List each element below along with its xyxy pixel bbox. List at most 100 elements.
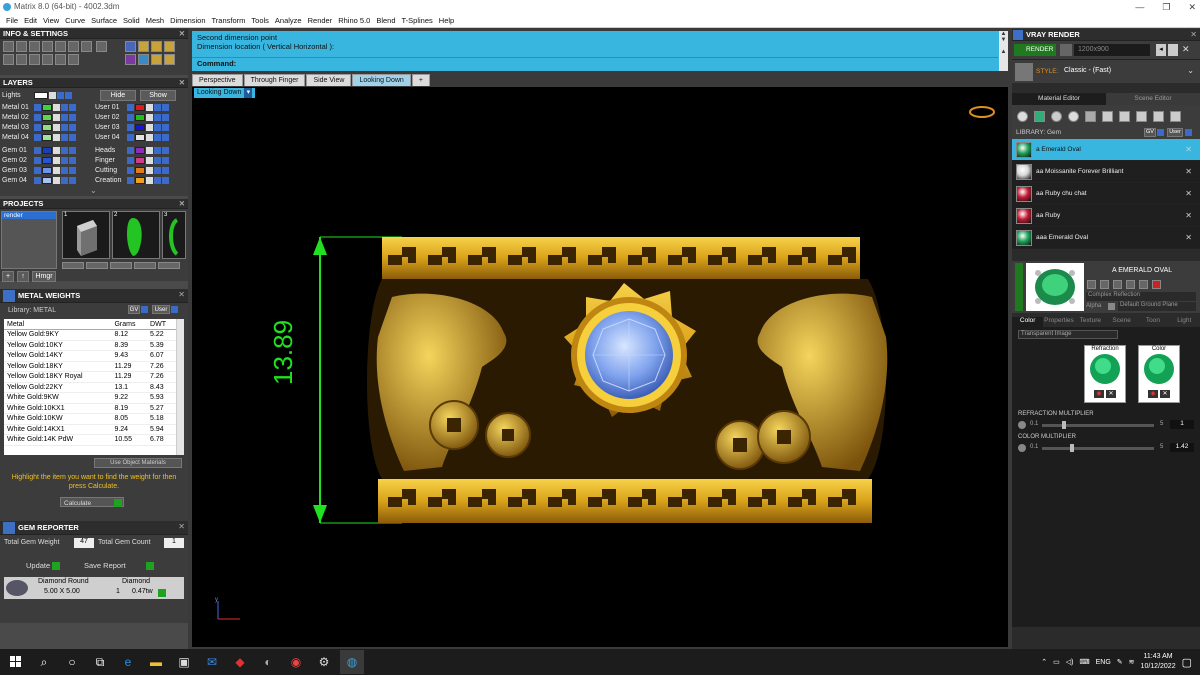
- close-icon[interactable]: ✕: [179, 29, 185, 39]
- layer-color-swatch[interactable]: [42, 113, 52, 121]
- layer-color-swatch[interactable]: [42, 146, 52, 154]
- minimize-button[interactable]: —: [1135, 0, 1144, 14]
- slider-thumb[interactable]: [1062, 421, 1066, 429]
- viewport[interactable]: Looking Down ▾ 13.89 y: [192, 87, 1008, 647]
- file-explorer-icon[interactable]: ▬: [144, 650, 168, 674]
- table-row[interactable]: White Gold:14KX1 9.24 5.94: [4, 424, 176, 435]
- tab-scene[interactable]: Scene: [1106, 317, 1137, 327]
- edge-icon[interactable]: e: [116, 650, 140, 674]
- layer-color-swatch[interactable]: [135, 103, 145, 111]
- visibility-icon[interactable]: [154, 113, 161, 121]
- table-row[interactable]: Yellow Gold:10KY 8.39 5.39: [4, 340, 176, 351]
- view-icon[interactable]: [151, 41, 162, 52]
- menu-mesh[interactable]: Mesh: [143, 14, 167, 27]
- tab-material-editor[interactable]: Material Editor: [1012, 93, 1106, 105]
- preview-tool[interactable]: [1100, 280, 1109, 289]
- layer-row[interactable]: Metal 01: [2, 102, 77, 112]
- lock-icon[interactable]: [146, 133, 153, 141]
- user-button[interactable]: User: [152, 305, 170, 314]
- table-row[interactable]: White Gold:14K PdW 10.55 6.78: [4, 434, 176, 446]
- close-icon[interactable]: ✕: [1185, 145, 1192, 154]
- gv-toggle[interactable]: [141, 306, 148, 313]
- add-project-button[interactable]: +: [2, 271, 14, 282]
- layer-color-swatch[interactable]: [135, 166, 145, 174]
- tab-toon[interactable]: Toon: [1137, 317, 1168, 327]
- texture-icon[interactable]: [1085, 110, 1096, 122]
- material-item[interactable]: aa Moissanite Forever Brilliant ✕: [1012, 161, 1200, 183]
- layer-color-swatch[interactable]: [135, 133, 145, 141]
- layer-row[interactable]: Finger: [95, 155, 170, 165]
- slider-thumb[interactable]: [1070, 444, 1074, 452]
- lock-icon[interactable]: [53, 166, 60, 174]
- view-icon[interactable]: [138, 41, 149, 52]
- checker-icon[interactable]: [1136, 110, 1147, 122]
- preview-tool[interactable]: [1087, 280, 1096, 289]
- tab-texture[interactable]: Texture: [1075, 317, 1106, 327]
- layer-toggle[interactable]: [127, 103, 134, 111]
- save-report-button[interactable]: Save Report: [84, 561, 154, 570]
- store-icon[interactable]: ▣: [172, 650, 196, 674]
- lock-icon[interactable]: [146, 146, 153, 154]
- material-item[interactable]: a Emerald Oval ✕: [1012, 139, 1200, 161]
- reset-icon[interactable]: [1018, 444, 1026, 452]
- user-button[interactable]: User: [1167, 128, 1183, 137]
- preview-tool[interactable]: [1139, 280, 1148, 289]
- lock-icon[interactable]: [146, 123, 153, 131]
- menu-analyze[interactable]: Analyze: [272, 14, 305, 27]
- hmgr-button[interactable]: Hmgr: [32, 271, 56, 282]
- alpha-checkbox[interactable]: [1108, 303, 1115, 310]
- network-icon[interactable]: ▭: [1053, 658, 1060, 666]
- view-icon[interactable]: [125, 41, 136, 52]
- close-icon[interactable]: ✕: [179, 199, 185, 209]
- menu-help[interactable]: Help: [436, 14, 457, 27]
- layer-toggle[interactable]: [34, 123, 41, 131]
- gear-icon[interactable]: [16, 41, 27, 52]
- command-input[interactable]: Command:: [192, 57, 998, 69]
- layer-toggle[interactable]: [34, 103, 41, 111]
- menu-surface[interactable]: Surface: [88, 14, 120, 27]
- thumb-control[interactable]: [62, 262, 84, 269]
- col-dwt[interactable]: DWT: [147, 319, 176, 330]
- cube-icon[interactable]: [16, 54, 27, 65]
- edit-tool-icon[interactable]: [68, 41, 79, 52]
- layer-toggle[interactable]: [127, 156, 134, 164]
- close-icon[interactable]: ✕: [1182, 44, 1196, 56]
- select-icon[interactable]: [69, 133, 76, 141]
- lock-icon[interactable]: [49, 91, 56, 99]
- layer-color-swatch[interactable]: [135, 156, 145, 164]
- table-row[interactable]: White Gold:10KW 8.05 5.18: [4, 413, 176, 425]
- visibility-icon[interactable]: [154, 146, 161, 154]
- layer-row[interactable]: Gem 04: [2, 175, 77, 185]
- visibility-icon[interactable]: [57, 91, 64, 99]
- expand-arrow-icon[interactable]: [1015, 263, 1023, 311]
- filter-icon[interactable]: [55, 54, 66, 65]
- clock[interactable]: 11:43 AM 10/12/2022: [1141, 652, 1176, 672]
- menu-rhino[interactable]: Rhino 5.0: [335, 14, 373, 27]
- select-icon[interactable]: [162, 123, 169, 131]
- tab-looking-down[interactable]: Looking Down: [352, 74, 411, 86]
- select-icon[interactable]: [162, 176, 169, 184]
- table-row[interactable]: Yellow Gold:22KY 13.1 8.43: [4, 382, 176, 393]
- layer-color-swatch[interactable]: [135, 123, 145, 131]
- ground-select[interactable]: Default Ground Plane: [1118, 302, 1196, 311]
- view-icon[interactable]: [125, 54, 136, 65]
- select-icon[interactable]: [69, 113, 76, 121]
- grid-icon[interactable]: [96, 41, 108, 52]
- tab-perspective[interactable]: Perspective: [192, 74, 243, 86]
- table-row[interactable]: Yellow Gold:9KY 8.12 5.22: [4, 329, 176, 341]
- hide-button[interactable]: Hide: [100, 90, 136, 101]
- gv-button[interactable]: GV: [1144, 128, 1156, 137]
- chevron-up-icon[interactable]: ⌃: [1041, 658, 1047, 666]
- layer-color-swatch[interactable]: [42, 123, 52, 131]
- resolution-field[interactable]: 1200x900: [1074, 44, 1150, 56]
- close-icon[interactable]: ✕: [178, 290, 185, 299]
- lock-icon[interactable]: [146, 176, 153, 184]
- table-row[interactable]: Yellow Gold:18KY Royal 11.29 7.26: [4, 371, 176, 383]
- settings-icon[interactable]: ⚙: [312, 650, 336, 674]
- refraction-swatch[interactable]: Refraction ◉ ✕: [1084, 345, 1126, 403]
- sphere-icon[interactable]: [29, 54, 40, 65]
- layer-row[interactable]: Creation: [95, 175, 170, 185]
- collapse-icon[interactable]: ⌄: [90, 186, 97, 195]
- layer-color-swatch[interactable]: [42, 166, 52, 174]
- tab-color[interactable]: Color: [1012, 317, 1044, 327]
